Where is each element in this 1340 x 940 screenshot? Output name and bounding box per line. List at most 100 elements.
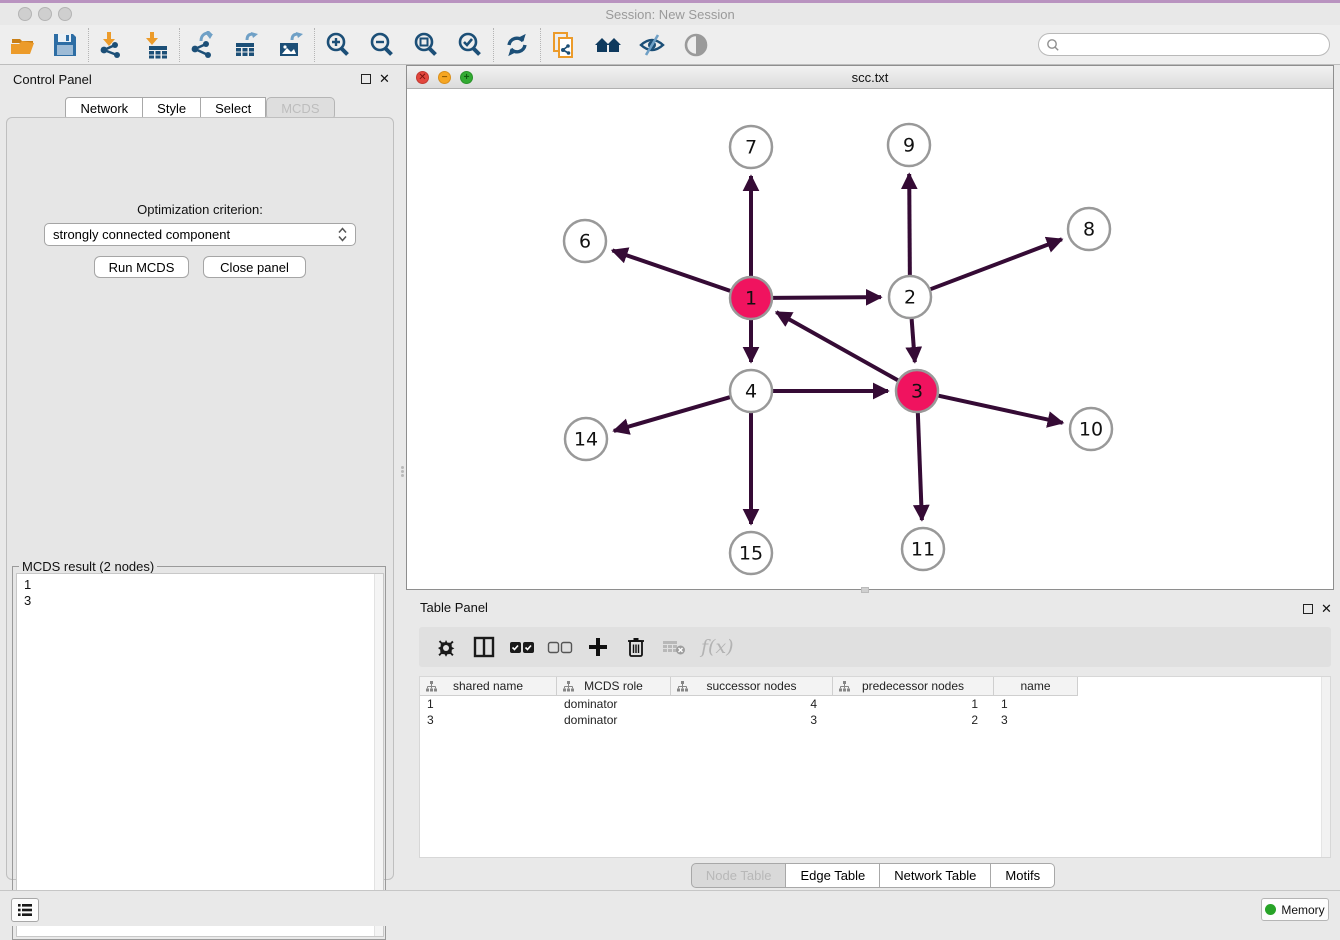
cell-predecessor_nodes[interactable]: 1 — [833, 696, 994, 712]
node-label-9: 9 — [903, 135, 915, 157]
edge-3-11[interactable] — [918, 413, 922, 520]
cell-name[interactable]: 1 — [994, 696, 1078, 712]
tab-network-table[interactable]: Network Table — [880, 863, 991, 888]
edge-3-10[interactable] — [938, 396, 1062, 423]
table-panel: Table Panel ✕ f(x) — [406, 595, 1340, 890]
delete-columns-icon[interactable] — [623, 634, 649, 660]
export-network-icon[interactable] — [188, 30, 218, 60]
list-icon — [17, 903, 33, 917]
edge-2-8[interactable] — [931, 239, 1062, 289]
save-session-icon[interactable] — [50, 30, 80, 60]
table-options-icon[interactable] — [433, 634, 459, 660]
vertical-splitter[interactable] — [400, 465, 405, 479]
close-panel-button[interactable]: Close panel — [203, 256, 306, 278]
control-panel: Control Panel ✕ NetworkStyleSelectMCDS O… — [0, 65, 400, 888]
cell-successor_nodes[interactable]: 4 — [671, 696, 833, 712]
window-title: Session: New Session — [0, 7, 1340, 22]
tab-edge-table[interactable]: Edge Table — [786, 863, 880, 888]
edge-1-2[interactable] — [773, 297, 881, 298]
cell-mcds_role[interactable]: dominator — [557, 712, 671, 728]
tab-node-table[interactable]: Node Table — [691, 863, 787, 888]
zoom-selected-icon[interactable] — [455, 30, 485, 60]
add-column-icon[interactable] — [585, 634, 611, 660]
select-all-rows-icon[interactable] — [509, 634, 535, 660]
control-panel-title: Control Panel — [13, 72, 92, 87]
cell-mcds_role[interactable]: dominator — [557, 696, 671, 712]
close-table-panel-icon[interactable]: ✕ — [1321, 601, 1332, 617]
memory-button[interactable]: Memory — [1261, 898, 1329, 921]
node-label-1: 1 — [745, 288, 757, 310]
mcds-result-list[interactable]: 13 — [16, 573, 384, 937]
optimization-criterion-select[interactable]: strongly connected component — [44, 223, 356, 246]
cell-name[interactable]: 3 — [994, 712, 1078, 728]
table-row[interactable]: 1dominator411 — [420, 696, 1330, 712]
column-header-shared_name[interactable]: shared name — [420, 677, 557, 696]
column-header-name[interactable]: name — [994, 677, 1078, 696]
node-table[interactable]: shared name MCDS role successor nodes prede… — [419, 676, 1331, 858]
search-box[interactable] — [1038, 33, 1330, 56]
optimization-criterion-value: strongly connected component — [53, 227, 338, 242]
mcds-result-item[interactable]: 3 — [24, 593, 383, 609]
node-label-11: 11 — [911, 539, 935, 561]
zoom-out-icon[interactable] — [367, 30, 397, 60]
node-label-14: 14 — [574, 429, 598, 451]
cell-shared_name[interactable]: 3 — [420, 712, 557, 728]
toolbar-separator — [88, 28, 89, 62]
edge-4-14[interactable] — [614, 397, 730, 431]
edge-2-9[interactable] — [909, 174, 910, 275]
cell-successor_nodes[interactable]: 3 — [671, 712, 833, 728]
network-canvas[interactable]: 7968124314101511 — [407, 89, 1333, 589]
node-label-3: 3 — [911, 381, 923, 403]
table-toolbar: f(x) — [419, 627, 1331, 667]
zoom-in-icon[interactable] — [323, 30, 353, 60]
cell-predecessor_nodes[interactable]: 2 — [833, 712, 994, 728]
titlebar: Session: New Session — [0, 3, 1340, 25]
close-panel-icon[interactable]: ✕ — [379, 71, 390, 87]
edge-1-6[interactable] — [612, 250, 730, 290]
table-row[interactable]: 3dominator323 — [420, 712, 1330, 728]
export-image-icon[interactable] — [276, 30, 306, 60]
first-neighbors-icon[interactable] — [593, 30, 623, 60]
hide-selected-icon[interactable] — [637, 30, 667, 60]
deselect-all-rows-icon[interactable] — [547, 634, 573, 660]
open-file-icon[interactable] — [8, 30, 38, 60]
task-history-button[interactable] — [11, 898, 39, 922]
column-header-predecessor_nodes[interactable]: predecessor nodes — [833, 677, 994, 696]
import-network-icon[interactable] — [97, 30, 127, 60]
column-label: shared name — [453, 679, 523, 693]
delete-table-icon[interactable] — [661, 634, 687, 660]
network-window-title: scc.txt — [407, 70, 1333, 85]
run-mcds-button[interactable]: Run MCDS — [94, 256, 189, 278]
mcds-result-title: MCDS result (2 nodes) — [19, 559, 157, 574]
show-all-icon[interactable] — [681, 30, 711, 60]
result-scrollbar[interactable] — [374, 574, 383, 936]
cell-shared_name[interactable]: 1 — [420, 696, 557, 712]
column-header-mcds_role[interactable]: MCDS role — [557, 677, 671, 696]
table-tabs: Node TableEdge TableNetwork TableMotifs — [406, 863, 1340, 888]
node-label-7: 7 — [745, 137, 757, 159]
clone-network-icon[interactable] — [549, 30, 579, 60]
column-label: predecessor nodes — [862, 679, 964, 693]
search-input[interactable] — [1060, 36, 1329, 54]
float-table-panel-icon[interactable] — [1303, 604, 1313, 614]
apply-function-icon[interactable]: f(x) — [701, 636, 734, 658]
table-scrollbar[interactable] — [1321, 677, 1330, 857]
chevron-up-down-icon — [338, 227, 347, 242]
column-label: successor nodes — [706, 679, 796, 693]
edge-3-1[interactable] — [776, 312, 898, 380]
edge-2-3[interactable] — [912, 319, 915, 362]
mcds-result-item[interactable]: 1 — [24, 577, 383, 593]
column-type-icon — [839, 681, 850, 692]
column-visibility-icon[interactable] — [471, 634, 497, 660]
export-table-icon[interactable] — [232, 30, 262, 60]
horizontal-splitter[interactable] — [861, 587, 869, 593]
import-table-icon[interactable] — [141, 30, 171, 60]
node-label-15: 15 — [739, 543, 763, 565]
zoom-fit-icon[interactable] — [411, 30, 441, 60]
network-window-titlebar[interactable]: ✕ − + scc.txt — [407, 66, 1333, 89]
toolbar-separator — [493, 28, 494, 62]
tab-motifs[interactable]: Motifs — [991, 863, 1055, 888]
apply-layout-icon[interactable] — [502, 30, 532, 60]
column-header-successor_nodes[interactable]: successor nodes — [671, 677, 833, 696]
float-panel-icon[interactable] — [361, 74, 371, 84]
